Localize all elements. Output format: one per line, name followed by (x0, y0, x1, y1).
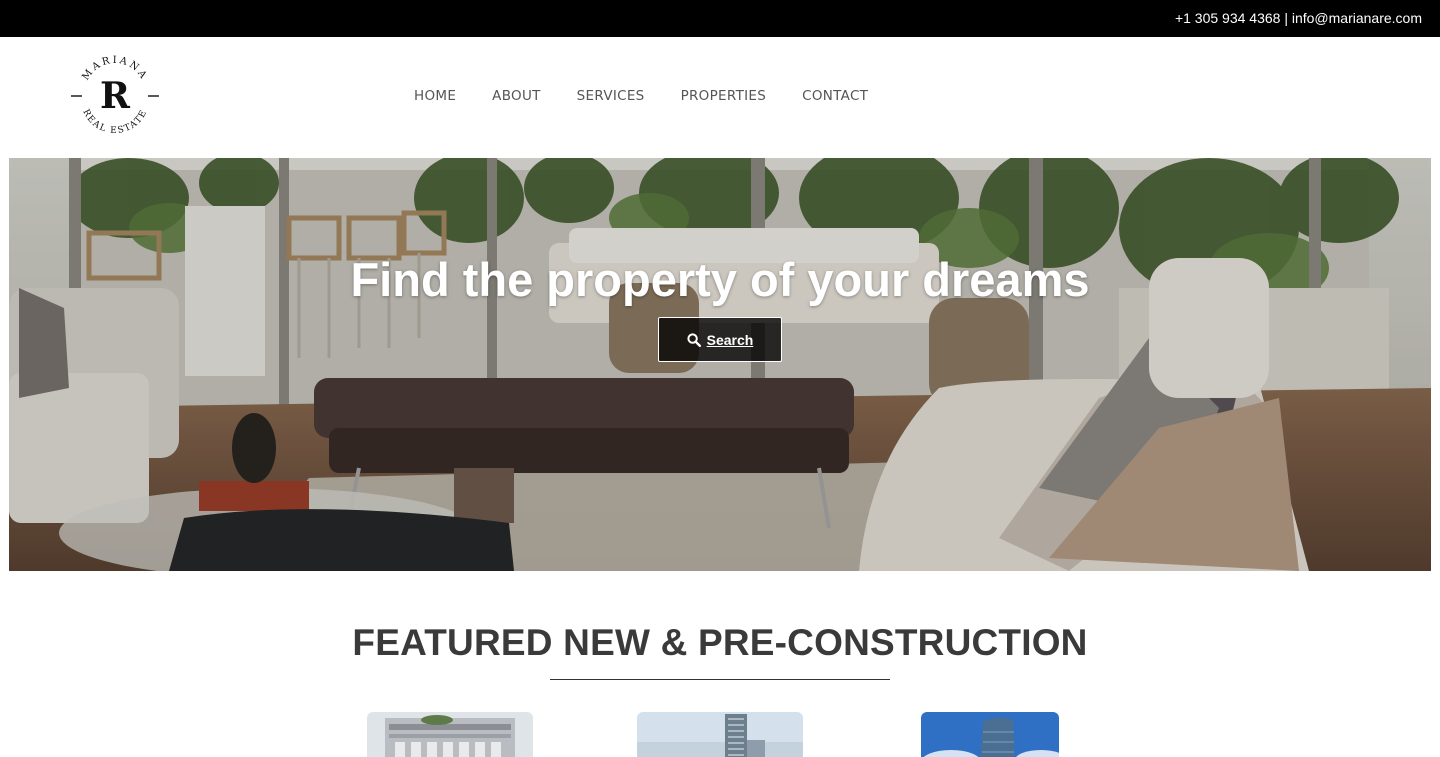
search-icon (687, 332, 701, 347)
featured-divider (550, 679, 890, 680)
contact-info[interactable]: +1 305 934 4368 | info@marianare.com (1175, 10, 1422, 26)
logo-emblem: MARIANA REAL ESTATE R (71, 52, 159, 140)
site-header: MARIANA REAL ESTATE R HOME ABOUT SERVICE… (0, 37, 1440, 158)
logo[interactable]: MARIANA REAL ESTATE R (68, 49, 162, 143)
property-card[interactable] (637, 712, 803, 757)
search-button[interactable]: Search (658, 317, 782, 362)
property-card[interactable] (367, 712, 533, 757)
nav-services[interactable]: SERVICES (559, 88, 663, 104)
hero-banner: Find the property of your dreams Search (9, 158, 1431, 571)
nav-contact[interactable]: CONTACT (784, 88, 886, 104)
nav-properties[interactable]: PROPERTIES (663, 88, 785, 104)
featured-section-title: FEATURED NEW & PRE-CONSTRUCTION (352, 622, 1088, 663)
property-card[interactable] (921, 712, 1059, 757)
main-nav: HOME ABOUT SERVICES PROPERTIES CONTACT (396, 88, 886, 104)
search-button-label: Search (706, 331, 754, 348)
nav-about[interactable]: ABOUT (474, 88, 559, 104)
hero-background-image (9, 158, 1431, 571)
property-image (367, 712, 533, 757)
hero-title: Find the property of your dreams (350, 253, 1090, 306)
property-image (921, 712, 1059, 757)
logo-letter: R (100, 75, 131, 117)
top-contact-bar: +1 305 934 4368 | info@marianare.com (0, 0, 1440, 37)
property-image (637, 712, 803, 757)
nav-home[interactable]: HOME (396, 88, 474, 104)
